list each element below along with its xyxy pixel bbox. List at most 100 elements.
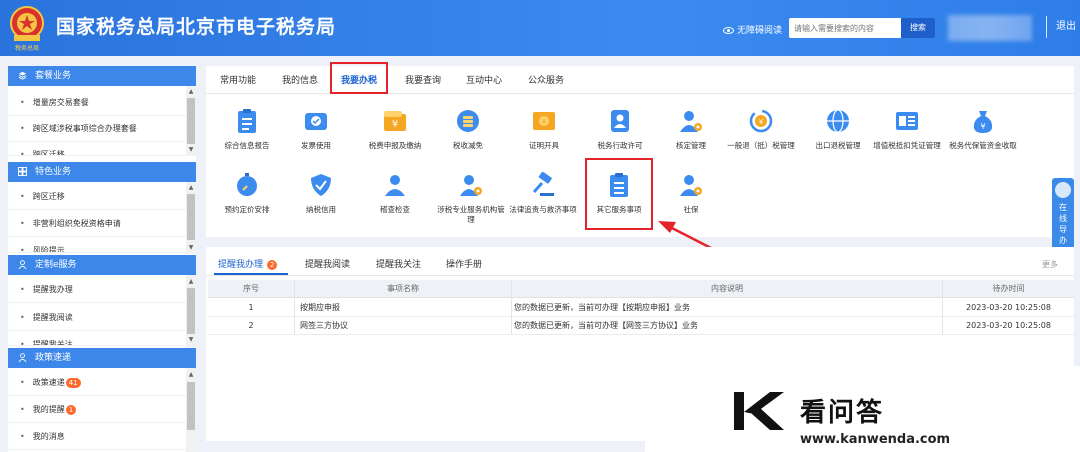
watermark-brand: 看问答 bbox=[800, 398, 885, 428]
table-header: 序号 事项名称 内容说明 待办时间 bbox=[208, 280, 1074, 298]
service-export-refund[interactable]: 出口退税管理 bbox=[803, 108, 873, 151]
scroll-down-icon[interactable]: ▼ bbox=[187, 336, 195, 344]
emblem-caption: 税务总局 bbox=[14, 45, 39, 52]
service-label: 出口退税管理 bbox=[815, 141, 861, 150]
row-due-time: 2023-03-20 10:25:08 bbox=[966, 303, 1051, 312]
service-label: 涉税专业服务机构管理 bbox=[437, 205, 505, 224]
sidebar-group-title: 特色业务 bbox=[35, 167, 72, 177]
sidebar-group-package[interactable]: 套餐业务 bbox=[8, 66, 196, 86]
service-certificate[interactable]: ¥ 证明开具 bbox=[509, 108, 579, 151]
service-refund[interactable]: ¥ 一般退（抵）税管理 bbox=[726, 108, 796, 151]
tab-divider bbox=[206, 275, 1074, 276]
tab-remind-follow[interactable]: 提醒我关注 bbox=[376, 257, 421, 270]
grid-icon bbox=[18, 167, 27, 176]
layers-icon bbox=[18, 71, 27, 80]
sidebar-item[interactable]: 非营利组织免税资格申请 bbox=[8, 211, 186, 237]
tab-query[interactable]: 我要查询 bbox=[405, 73, 441, 86]
tab-my-info[interactable]: 我的信息 bbox=[282, 73, 318, 86]
row-item-name[interactable]: 网签三方协议 bbox=[300, 317, 348, 335]
row-item-name[interactable]: 按期应申报 bbox=[300, 299, 340, 317]
header-divider bbox=[1046, 16, 1047, 38]
wallet-icon: ¥ bbox=[384, 111, 406, 131]
sidebar: 套餐业务 增量房交易套餐 跨区域涉税事项综合办理套餐 跨区迁移 ▲ ▼ 特色业务… bbox=[8, 66, 196, 452]
service-tax-relief[interactable]: 税收减免 bbox=[433, 108, 503, 151]
sidebar-item[interactable]: 跨区域涉税事项综合办理套餐 bbox=[8, 116, 186, 142]
service-label: 一般退（抵）税管理 bbox=[727, 141, 795, 150]
scroll-up-icon[interactable]: ▲ bbox=[187, 88, 195, 96]
tab-common[interactable]: 常用功能 bbox=[220, 73, 256, 86]
scroll-up-icon[interactable]: ▲ bbox=[187, 278, 195, 286]
scrollbar-thumb[interactable] bbox=[187, 98, 195, 144]
service-vat-deduction[interactable]: 增值税抵扣凭证管理 bbox=[872, 108, 942, 151]
stopwatch-icon bbox=[237, 173, 257, 196]
count-badge: 1 bbox=[65, 404, 77, 415]
id-card-icon bbox=[611, 110, 629, 132]
row-index: 2 bbox=[248, 321, 254, 330]
more-link[interactable]: 更多 bbox=[1042, 259, 1058, 270]
logout-link[interactable]: 退出 bbox=[1056, 17, 1076, 32]
scrollbar-thumb[interactable] bbox=[187, 288, 195, 334]
sidebar-item[interactable]: 增量房交易套餐 bbox=[8, 90, 186, 116]
clipboard-icon bbox=[238, 109, 256, 133]
scroll-down-icon[interactable]: ▼ bbox=[187, 146, 195, 154]
sidebar-group-title: 政策速递 bbox=[35, 353, 72, 363]
service-label: 法律追责与救济事项 bbox=[509, 205, 577, 214]
sidebar-item[interactable]: 风险提示 bbox=[8, 238, 186, 253]
service-assessment[interactable]: 核定管理 bbox=[656, 108, 726, 151]
search-button[interactable]: 搜索 bbox=[901, 18, 935, 38]
tab-interaction[interactable]: 互动中心 bbox=[466, 73, 502, 86]
sidebar-item-policy[interactable]: 政策速递41 bbox=[8, 370, 186, 396]
service-info-report[interactable]: 综合信息报告 bbox=[212, 108, 282, 151]
live-chat-label: 在线导办 bbox=[1059, 203, 1067, 245]
sidebar-item[interactable]: 跨区迁移 bbox=[8, 142, 186, 156]
service-legal-remedy[interactable]: 法律追责与救济事项 bbox=[508, 172, 578, 215]
service-declare-pay[interactable]: ¥ 税费申报及缴纳 bbox=[360, 108, 430, 151]
sidebar-group-featured[interactable]: 特色业务 bbox=[8, 162, 196, 182]
tab-remind-handle[interactable]: 提醒我办理 2 bbox=[218, 257, 278, 270]
search-input[interactable] bbox=[789, 18, 901, 38]
ticket-icon bbox=[305, 113, 327, 130]
sidebar-item-label: 我的提醒 bbox=[32, 405, 65, 414]
sidebar-group-custom[interactable]: 定制e服务 bbox=[8, 255, 196, 275]
coin-stack-icon bbox=[457, 110, 479, 132]
scroll-down-icon[interactable]: ▼ bbox=[187, 244, 195, 252]
national-emblem-icon bbox=[10, 6, 44, 41]
sidebar-item[interactable]: 提醒我阅读 bbox=[8, 305, 186, 331]
table-row[interactable]: 2 网签三方协议 您的数据已更新，当前可办理【网签三方协议】业务 2023-03… bbox=[208, 317, 1074, 335]
sidebar-item[interactable]: 跨区迁移 bbox=[8, 184, 186, 210]
row-index: 1 bbox=[248, 303, 254, 312]
scrollbar-thumb[interactable] bbox=[187, 382, 195, 430]
scroll-up-icon[interactable]: ▲ bbox=[187, 184, 195, 192]
service-pricing-arrangement[interactable]: 预约定价安排 bbox=[212, 172, 282, 215]
service-tax-credit[interactable]: 纳税信用 bbox=[286, 172, 356, 215]
sidebar-item[interactable]: 提醒我办理 bbox=[8, 277, 186, 303]
sidebar-group-policy[interactable]: 政策速递 bbox=[8, 348, 196, 368]
scrollbar-thumb[interactable] bbox=[187, 194, 195, 240]
sidebar-item-messages[interactable]: 我的消息 bbox=[8, 424, 186, 450]
service-social-security[interactable]: 社保 bbox=[656, 172, 726, 215]
service-invoice[interactable]: 发票使用 bbox=[281, 108, 351, 151]
service-custody-funds[interactable]: ¥ 税务代保管资金收取 bbox=[948, 108, 1018, 151]
scroll-up-icon[interactable]: ▲ bbox=[187, 371, 195, 379]
sidebar-item-reminders[interactable]: 我的提醒1 bbox=[8, 397, 186, 423]
column-header: 事项名称 bbox=[387, 284, 419, 293]
gavel-icon bbox=[532, 172, 554, 196]
tab-label: 提醒我办理 bbox=[218, 260, 264, 270]
top-header: 税务总局 国家税务总局北京市电子税务局 无障碍阅读 搜索 退出 bbox=[0, 0, 1080, 56]
svg-text:¥: ¥ bbox=[759, 118, 764, 126]
service-professional-agency[interactable]: 涉税专业服务机构管理 bbox=[436, 172, 506, 225]
sidebar-item-label: 政策速递 bbox=[32, 378, 65, 387]
sidebar-item[interactable]: 提醒我关注 bbox=[8, 332, 186, 346]
accessibility-link[interactable]: 无障碍阅读 bbox=[723, 23, 782, 36]
column-header: 序号 bbox=[243, 284, 259, 293]
tab-remind-read[interactable]: 提醒我阅读 bbox=[305, 257, 350, 270]
tab-public-service[interactable]: 公众服务 bbox=[528, 73, 564, 86]
table-row[interactable]: 1 按期应申报 您的数据已更新，当前可办理【按期应申报】业务 2023-03-2… bbox=[208, 299, 1074, 317]
service-label: 社保 bbox=[683, 205, 699, 214]
service-admin-permit[interactable]: 税务行政许可 bbox=[585, 108, 655, 151]
tab-manual[interactable]: 操作手册 bbox=[446, 257, 482, 270]
service-label: 预约定价安排 bbox=[224, 205, 270, 214]
invoice-icon bbox=[896, 112, 918, 130]
service-inspection[interactable]: 稽查检查 bbox=[360, 172, 430, 215]
row-description: 您的数据已更新，当前可办理【网签三方协议】业务 bbox=[514, 321, 698, 330]
